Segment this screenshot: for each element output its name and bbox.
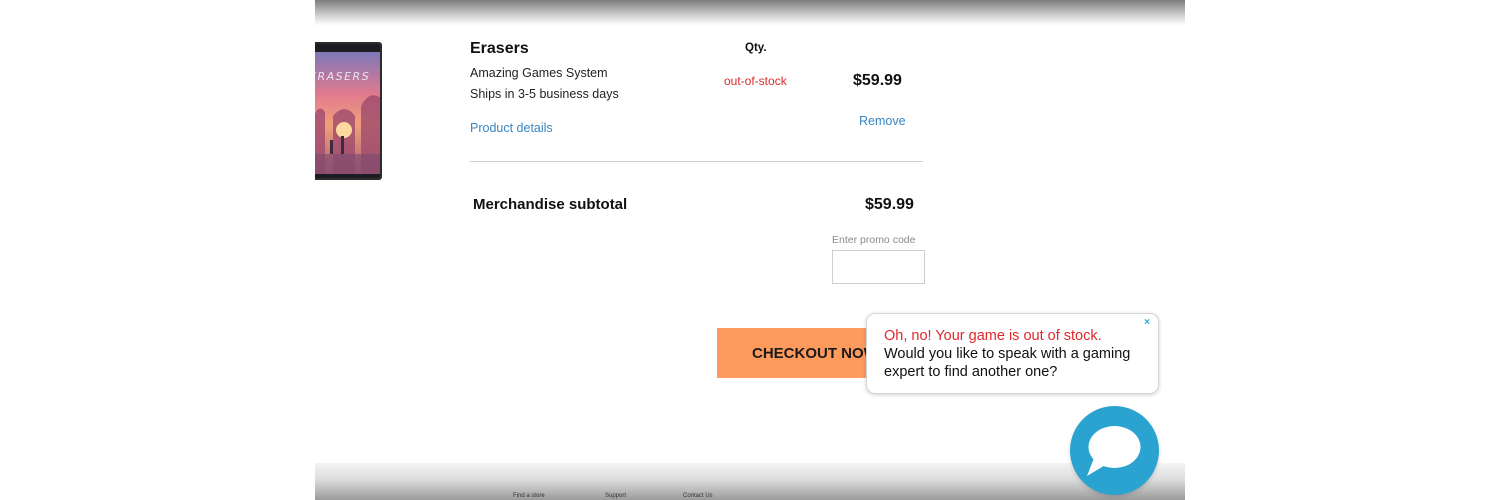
item-price: $59.99 [853, 72, 902, 89]
shipping-info: Ships in 3-5 business days [470, 87, 619, 101]
subtotal-value: $59.99 [865, 196, 914, 213]
chat-prompt-popup: × Oh, no! Your game is out of stock. Wou… [866, 313, 1159, 394]
subtotal-label: Merchandise subtotal [473, 196, 628, 213]
promo-code-input[interactable] [832, 250, 925, 284]
promo-code-label: Enter promo code [832, 234, 916, 246]
close-icon[interactable]: × [1144, 317, 1150, 328]
cover-title: ERASERS [315, 70, 370, 83]
chat-message-line: Would you like to speak with a gaming [884, 346, 1131, 362]
chat-bubble-icon [1087, 426, 1141, 476]
chat-message-alert: Oh, no! Your game is out of stock. [884, 328, 1102, 344]
footer-link-contact[interactable]: Contact Us [683, 493, 713, 499]
checkout-button[interactable]: CHECKOUT NOW [717, 328, 887, 378]
divider [470, 161, 923, 162]
product-name: Erasers [470, 40, 529, 57]
chat-message-line: expert to find another one? [884, 364, 1058, 380]
chat-launcher-button[interactable] [1070, 406, 1159, 495]
top-shade [315, 0, 1185, 26]
cart-page: ERASERS Erasers Amazing Games System Shi… [315, 0, 1185, 500]
qty-label: Qty. [745, 42, 767, 54]
remove-link[interactable]: Remove [859, 114, 906, 128]
product-cover-image[interactable]: ERASERS [315, 42, 382, 180]
product-details-link[interactable]: Product details [470, 121, 553, 135]
product-platform: Amazing Games System [470, 66, 608, 80]
footer-link-support[interactable]: Support [605, 493, 626, 499]
stock-status: out-of-stock [724, 74, 787, 88]
footer-link-find-store[interactable]: Find a store [513, 493, 545, 499]
footer: Find a store Support Contact Us [315, 463, 1185, 500]
